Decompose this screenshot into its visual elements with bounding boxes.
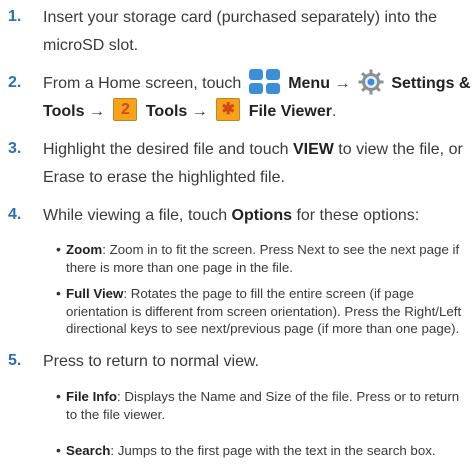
- period: .: [332, 103, 337, 120]
- option-term: File Info: [66, 389, 117, 404]
- bullet-glyph: •: [56, 388, 61, 404]
- step-line: Highlight the desired file and touch VIE…: [43, 136, 470, 164]
- step-text: Highlight the desired file and touch VIE…: [43, 136, 470, 192]
- option-desc: : Rotates the page to fill the entire sc…: [123, 286, 414, 301]
- option-line: Zoom: Zoom in to fit the screen. Press N…: [66, 241, 470, 259]
- option-term: Search: [66, 443, 111, 458]
- option-line: there is more than one page in the file.: [66, 259, 293, 275]
- option-line: to the file viewer.: [66, 406, 166, 422]
- option-line: directional keys to see next/previous pa…: [66, 321, 460, 337]
- option-term: Full View: [66, 286, 124, 301]
- tools-label: Tools: [145, 103, 188, 120]
- step-number: 2.: [8, 74, 22, 91]
- step-line: microSD slot.: [43, 37, 139, 54]
- option-term: Zoom: [66, 242, 103, 257]
- option-line: orientation is different from screen ori…: [66, 303, 462, 319]
- option-text: Full View: Rotates the page to fill the …: [66, 285, 470, 338]
- step-line: Insert your storage card (purchased sepa…: [43, 9, 437, 26]
- options-label: Options: [231, 207, 292, 224]
- step-number: 5.: [8, 352, 22, 369]
- option-desc: : Jumps to the first page with the text …: [110, 443, 436, 458]
- step-line: Tools → 2 Tools → ✱ File Viewer.: [43, 98, 470, 126]
- option-desc: : Displays the Name and Size of the file…: [116, 389, 460, 404]
- key-star-icon: ✱: [216, 98, 241, 122]
- option-desc: : Zoom in to fit the screen. Press Next …: [102, 242, 460, 257]
- option-text: Zoom: Zoom in to fit the screen. Press N…: [66, 241, 470, 276]
- step-number: 4.: [8, 206, 22, 223]
- view-label: VIEW: [292, 141, 334, 158]
- bullet-glyph: •: [56, 285, 61, 301]
- step-number: 1.: [8, 8, 22, 25]
- bullet-glyph: •: [56, 442, 61, 458]
- option-text: File Info: Displays the Name and Size of…: [66, 388, 470, 423]
- step-text: Press to return to normal view.: [43, 353, 260, 370]
- step-text: While viewing a file, touch Options for …: [43, 202, 470, 230]
- menu-label: Menu: [288, 75, 330, 92]
- option-line: File Info: Displays the Name and Size of…: [66, 388, 470, 406]
- settings-gear-icon: [358, 69, 384, 95]
- step-text-segment: While viewing a file, touch: [43, 207, 228, 224]
- settings-label: Settings &: [391, 75, 471, 92]
- menu-grid-icon: [248, 68, 281, 95]
- option-line: Full View: Rotates the page to fill the …: [66, 285, 470, 303]
- step-text-segment: to view the file, or: [338, 141, 463, 158]
- step-text: Insert your storage card (purchased sepa…: [43, 4, 470, 60]
- step-number: 3.: [8, 140, 22, 157]
- option-line: Search: Jumps to the first page with the…: [66, 442, 470, 460]
- arrow-glyph: →: [191, 103, 208, 120]
- file-viewer-label: File Viewer: [248, 103, 332, 120]
- step-text-segment: From a Home screen, touch: [43, 75, 242, 92]
- step-line: From a Home screen, touch Menu → Setting…: [43, 68, 471, 98]
- manual-page: 1. Insert your storage card (purchased s…: [0, 0, 474, 467]
- step-text-segment: for these options:: [296, 207, 420, 224]
- step-text-segment: Highlight the desired file and touch: [43, 141, 289, 158]
- bullet-glyph: •: [56, 241, 61, 257]
- arrow-glyph: →: [334, 75, 351, 92]
- option-text: Search: Jumps to the first page with the…: [66, 442, 470, 460]
- arrow-glyph: →: [88, 103, 105, 120]
- tools-label: Tools: [43, 103, 85, 120]
- key-2-icon: 2: [113, 98, 138, 122]
- step-line: Erase to erase the highlighted file.: [43, 169, 285, 186]
- step-text: From a Home screen, touch Menu → Setting…: [43, 68, 471, 126]
